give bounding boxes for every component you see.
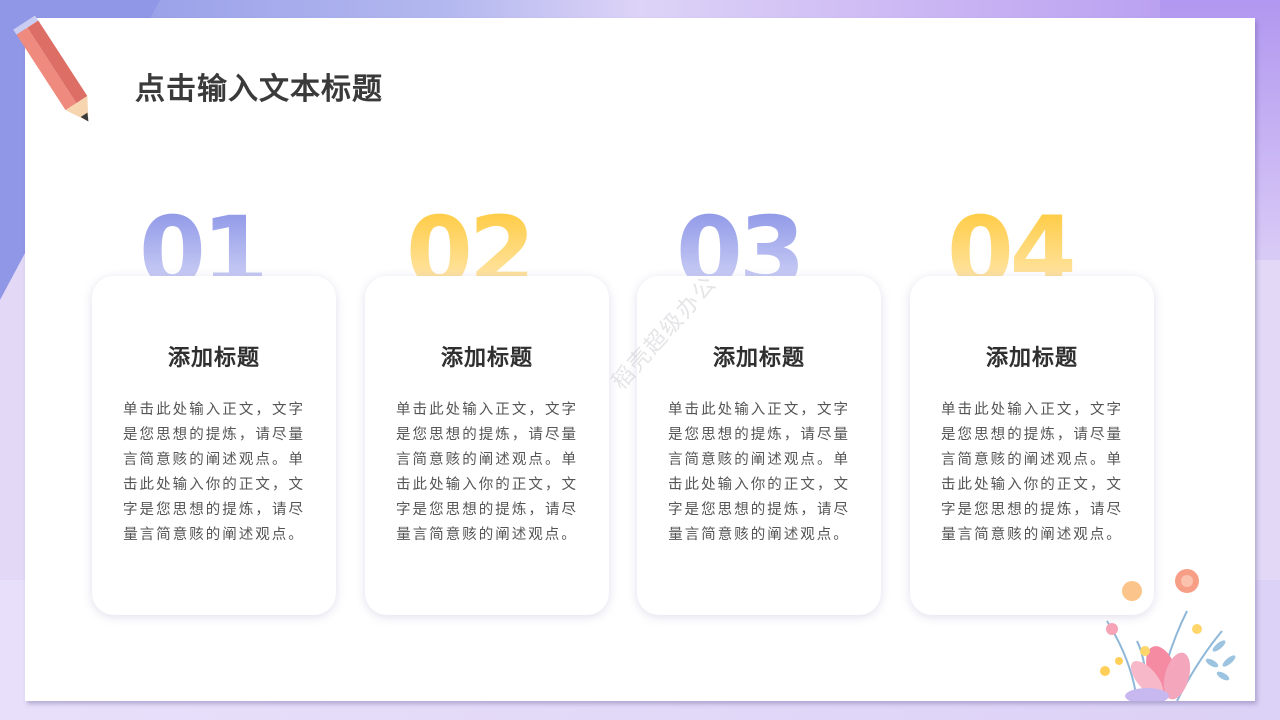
card-body[interactable]: 单击此处输入正文，文字是您思想的提炼，请尽量言简意赅的阐述观点。单击此处输入你的… [123, 398, 305, 548]
card-body[interactable]: 单击此处输入正文，文字是您思想的提炼，请尽量言简意赅的阐述观点。单击此处输入你的… [941, 398, 1123, 548]
card-number-3: 03 [676, 204, 826, 276]
info-card-2[interactable]: 添加标题 单击此处输入正文，文字是您思想的提炼，请尽量言简意赅的阐述观点。单击此… [365, 276, 609, 615]
slide-title[interactable]: 点击输入文本标题 [135, 64, 383, 108]
pencil-icon [7, 5, 89, 122]
info-card-1[interactable]: 添加标题 单击此处输入正文，文字是您思想的提炼，请尽量言简意赅的阐述观点。单击此… [92, 276, 336, 615]
card-title[interactable]: 添加标题 [92, 340, 336, 372]
card-number-1: 01 [139, 204, 289, 276]
card-number-4: 04 [947, 204, 1097, 276]
flower-decoration [1100, 569, 1236, 701]
slide-canvas: 点击输入文本标题 01 02 03 04 添加标题 单击此处输入正文，文字是您思… [25, 18, 1255, 701]
card-title[interactable]: 添加标题 [910, 340, 1154, 372]
card-body[interactable]: 单击此处输入正文，文字是您思想的提炼，请尽量言简意赅的阐述观点。单击此处输入你的… [668, 398, 850, 548]
card-title[interactable]: 添加标题 [365, 340, 609, 372]
card-body[interactable]: 单击此处输入正文，文字是您思想的提炼，请尽量言简意赅的阐述观点。单击此处输入你的… [396, 398, 578, 548]
card-number-2: 02 [406, 204, 556, 276]
card-title[interactable]: 添加标题 [637, 340, 881, 372]
